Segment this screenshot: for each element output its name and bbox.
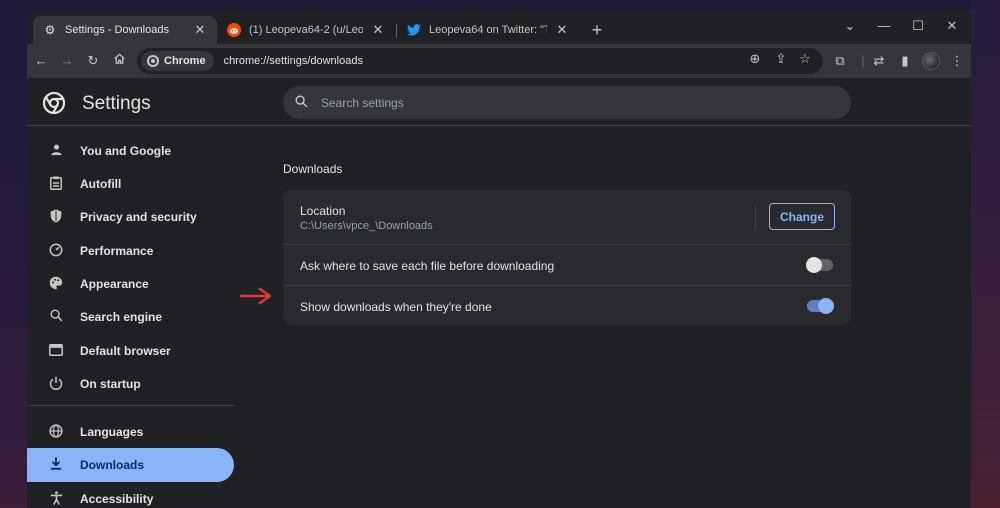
tab-title: Leopeva64 on Twitter: "This same: [429, 24, 547, 36]
reload-icon[interactable]: ↻: [83, 51, 103, 71]
tab-reddit[interactable]: (1) Leopeva64-2 (u/Leopeva64-2 ✕: [217, 16, 395, 44]
clipboard-icon: [48, 176, 64, 193]
sidebar-item-performance[interactable]: Performance: [27, 234, 234, 268]
tab-twitter[interactable]: Leopeva64 on Twitter: "This same ✕: [397, 16, 579, 44]
chrome-icon: [147, 55, 159, 67]
sidebar-divider: [27, 405, 235, 406]
globe-icon: [48, 423, 64, 441]
power-icon: [48, 376, 64, 393]
sidebar-item-label: Search engine: [80, 310, 163, 324]
tab-strip: ⚙ Settings - Downloads ✕ (1) Leopeva64-2…: [27, 10, 971, 44]
chip-label: Chrome: [164, 55, 206, 67]
sidebar-item-downloads[interactable]: Downloads: [27, 448, 234, 482]
sidebar-item-label: Privacy and security: [80, 210, 197, 224]
location-label: Location: [300, 204, 346, 218]
menu-kebab-icon[interactable]: ⋮: [947, 51, 967, 71]
sidebar-item-privacy-and-security[interactable]: Privacy and security: [27, 200, 234, 234]
maximize-icon[interactable]: ☐: [901, 14, 935, 38]
toggle-knob: [806, 257, 822, 273]
browser-icon: [48, 343, 64, 359]
home-icon[interactable]: [109, 51, 129, 71]
search-icon: [48, 309, 64, 325]
close-icon[interactable]: ✕: [555, 22, 569, 38]
downloads-card: Location C:\Users\vpce_\Downloads Change…: [283, 190, 851, 325]
minimize-icon[interactable]: —: [867, 14, 901, 38]
browser-window: ⚙ Settings - Downloads ✕ (1) Leopeva64-2…: [27, 10, 971, 508]
sidebar-item-label: Downloads: [80, 458, 145, 472]
sidebar-item-languages[interactable]: Languages: [27, 415, 234, 449]
tab-title: (1) Leopeva64-2 (u/Leopeva64-2: [249, 24, 363, 36]
tab-search-chevron-icon[interactable]: ⌄: [833, 14, 867, 38]
address-bar[interactable]: Chrome chrome://settings/downloads ⊕ ⇪ ☆: [137, 48, 823, 74]
location-path: C:\Users\vpce_\Downloads: [300, 220, 433, 232]
sidebar-item-label: Autofill: [80, 177, 122, 191]
sidebar-item-appearance[interactable]: Appearance: [27, 267, 234, 301]
tab-title: Settings - Downloads: [65, 24, 169, 36]
close-icon[interactable]: ✕: [193, 22, 207, 38]
close-icon[interactable]: ✕: [371, 22, 385, 38]
tab-settings-downloads[interactable]: ⚙ Settings - Downloads ✕: [33, 16, 217, 44]
page-title: Settings: [82, 93, 151, 114]
window-close-icon[interactable]: ✕: [935, 14, 969, 38]
search-icon: [295, 95, 311, 111]
extensions-icon[interactable]: ⧉: [830, 51, 850, 71]
reddit-icon: [227, 23, 241, 37]
reading-list-icon[interactable]: ⇄: [869, 51, 889, 71]
accessibility-icon: [48, 490, 64, 508]
sidebar-item-search-engine[interactable]: Search engine: [27, 300, 234, 334]
sidebar-item-accessibility[interactable]: Accessibility: [27, 482, 234, 508]
sidebar-item-label: On startup: [80, 377, 141, 391]
show-downloads-row[interactable]: Show downloads when they're done: [283, 286, 851, 325]
sidebar-item-label: Performance: [80, 244, 154, 258]
forward-arrow-icon[interactable]: →: [57, 51, 77, 71]
section-title: Downloads: [283, 162, 343, 176]
url-text[interactable]: chrome://settings/downloads: [224, 55, 363, 67]
ask-where-row[interactable]: Ask where to save each file before downl…: [283, 245, 851, 285]
chrome-chip[interactable]: Chrome: [141, 51, 214, 71]
zoom-icon[interactable]: ⊕: [745, 51, 765, 67]
row-separator: [755, 206, 756, 230]
sidebar-item-default-browser[interactable]: Default browser: [27, 334, 234, 368]
settings-page: Settings You and Google Autofill: [27, 78, 971, 508]
sidebar-item-on-startup[interactable]: On startup: [27, 367, 234, 401]
search-input[interactable]: [321, 95, 821, 110]
toolbar: ← → ↻ Chrome chrome://settings/downloads…: [27, 44, 971, 78]
new-tab-button[interactable]: +: [587, 20, 607, 40]
back-arrow-icon[interactable]: ←: [31, 51, 51, 71]
location-row: Location C:\Users\vpce_\Downloads Change: [283, 190, 851, 244]
sidebar-item-label: You and Google: [80, 144, 172, 158]
settings-search[interactable]: [283, 86, 851, 119]
sidebar-item-label: Appearance: [80, 277, 149, 291]
ask-where-toggle[interactable]: [806, 257, 833, 273]
toggle-knob: [818, 298, 834, 314]
header-divider: [27, 125, 971, 126]
chrome-logo-icon: [43, 92, 65, 114]
sidebar-item-label: Default browser: [80, 344, 171, 358]
show-downloads-toggle[interactable]: [807, 298, 834, 314]
person-icon: [48, 143, 64, 159]
side-panel-icon[interactable]: ▮: [895, 51, 915, 71]
show-downloads-label: Show downloads when they're done: [300, 300, 492, 314]
red-arrow-annotation-icon: [240, 287, 272, 305]
ask-where-label: Ask where to save each file before downl…: [300, 259, 555, 273]
sidebar-item-autofill[interactable]: Autofill: [27, 167, 234, 201]
bookmark-star-icon[interactable]: ☆: [795, 51, 815, 67]
avatar[interactable]: [922, 52, 940, 70]
sidebar-item-you-and-google[interactable]: You and Google: [27, 134, 234, 168]
download-icon: [48, 457, 64, 473]
change-button[interactable]: Change: [769, 203, 835, 230]
sidebar-item-label: Accessibility: [80, 492, 154, 506]
palette-icon: [48, 276, 64, 293]
gear-icon: ⚙: [44, 23, 56, 37]
twitter-icon: [407, 23, 421, 37]
sidebar-item-label: Languages: [80, 425, 144, 439]
shield-icon: [48, 209, 64, 226]
speedometer-icon: [48, 243, 64, 260]
share-icon[interactable]: ⇪: [771, 51, 791, 67]
